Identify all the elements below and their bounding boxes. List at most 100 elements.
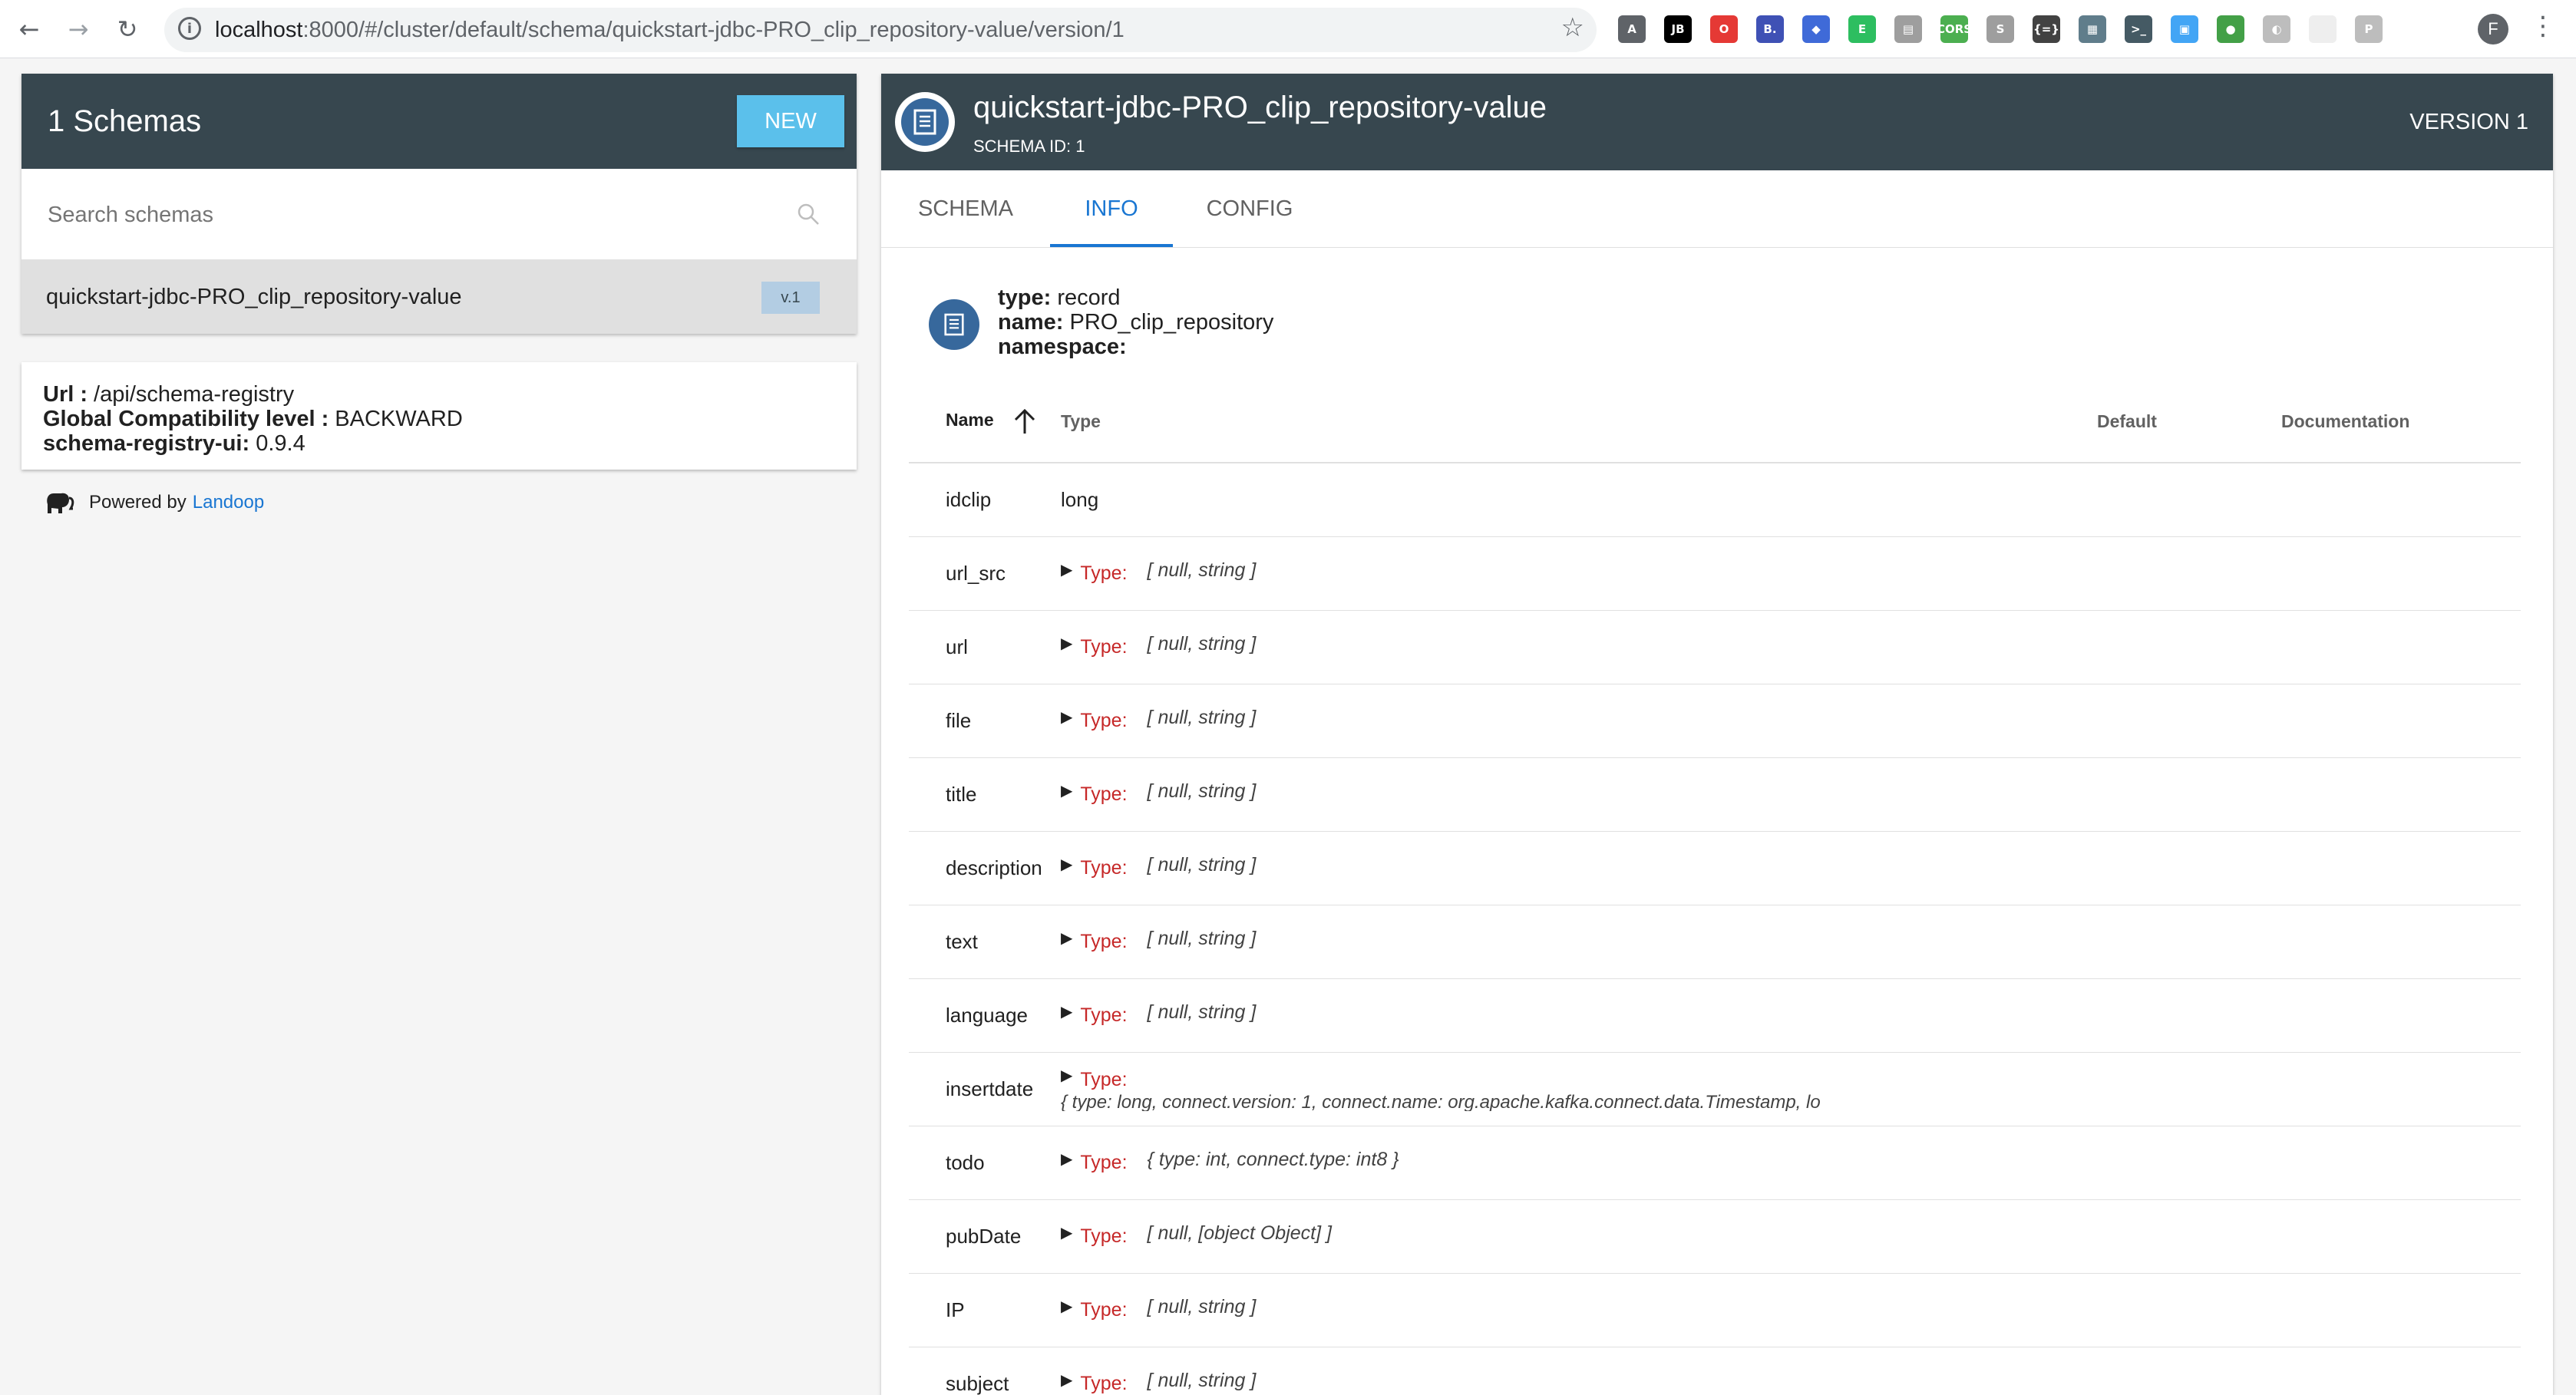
site-info-icon[interactable]: i [178,17,201,40]
tab-config[interactable]: CONFIG [1173,170,1326,247]
expand-caret-icon[interactable]: ▶ [1061,928,1072,947]
field-row: subject ▶ Type: [ null, string ] [909,1347,2521,1395]
schema-detail-panel: quickstart-jdbc-PRO_clip_repository-valu… [881,74,2553,1395]
expand-caret-icon[interactable]: ▶ [1061,634,1072,652]
field-type-cell: ▶ Type: [ null, string ] [1061,610,2066,684]
schema-list-item-name: quickstart-jdbc-PRO_clip_repository-valu… [46,285,462,309]
opera-ext-icon-glyph: O [1719,22,1729,36]
reload-icon[interactable]: ↻ [109,11,146,48]
field-name: IP [909,1273,1061,1347]
terminal-ext-icon[interactable]: >_ [2125,15,2152,43]
circle-ext-icon[interactable]: ◐ [2263,15,2290,43]
expand-caret-icon[interactable]: ▶ [1061,1370,1072,1389]
search-schemas-input[interactable] [46,169,786,261]
field-row: idclip long [909,463,2521,537]
window-ext-icon[interactable]: ▤ [1894,15,1922,43]
green-ext-icon[interactable]: ● [2217,15,2244,43]
cap-ext-icon[interactable]: ◆ [1802,15,1830,43]
field-name: insertdate [909,1052,1061,1126]
cors-ext-icon[interactable]: CORS [1937,15,1972,43]
back-icon[interactable]: ← [11,11,48,48]
p-ext-icon[interactable]: P [2355,15,2383,43]
field-default [2066,1199,2266,1274]
browser-menu-icon[interactable]: ⋮ [2530,11,2556,41]
grid-ext-icon-glyph: ▣ [2178,22,2191,36]
field-name: url_src [909,536,1061,611]
bookmark-star-icon[interactable]: ☆ [1561,12,1584,43]
skype-ext-icon[interactable]: S [1986,15,2014,43]
field-row: description ▶ Type: [ null, string ] [909,831,2521,905]
expand-caret-icon[interactable]: ▶ [1061,1002,1072,1021]
jetbrains-ext-icon[interactable]: JB [1664,15,1692,43]
expand-caret-icon[interactable]: ▶ [1061,707,1072,726]
angular-ext-icon[interactable]: A [1618,15,1646,43]
field-default [2066,1126,2266,1200]
column-name-label: Name [946,410,994,430]
field-type-key: Type: [1080,1225,1128,1247]
field-default [2066,1052,2266,1126]
column-header-default[interactable]: Default [2066,381,2266,463]
evernote-ext-icon[interactable]: E [1848,15,1876,43]
schemas-panel: 1 Schemas NEW quickstart-jdbc-PRO_clip_r… [21,74,857,334]
search-row [21,169,857,261]
forward-icon[interactable]: → [60,11,97,48]
expand-caret-icon[interactable]: ▶ [1061,1297,1072,1315]
profile-avatar[interactable]: F [2478,14,2508,45]
powered-by: Powered by Landoop [43,483,264,522]
field-type-value: { type: long, connect.version: 1, connec… [1061,1091,1821,1111]
expand-caret-icon[interactable]: ▶ [1061,1064,1072,1087]
new-schema-button[interactable]: NEW [737,95,844,147]
sort-ascending-icon[interactable] [1012,407,1037,435]
field-type-value: [ null, string ] [1147,633,1257,655]
field-name: todo [909,1126,1061,1200]
search-icon[interactable] [797,203,820,226]
json-ext-icon[interactable]: {=} [2033,15,2060,43]
field-documentation [2266,831,2521,905]
field-default [2066,684,2266,758]
field-type-value: [ null, string ] [1147,928,1257,949]
landoop-link[interactable]: Landoop [193,492,264,513]
field-name: url [909,610,1061,684]
schema-list-item[interactable]: quickstart-jdbc-PRO_clip_repository-valu… [21,260,857,334]
detail-tabs: SCHEMA INFO CONFIG [881,170,2553,248]
record-namespace-line: namespace: [998,335,1273,359]
circle-ext-icon-glyph: ◐ [2271,22,2282,36]
version-badge: v.1 [761,282,820,314]
field-type-value: long [1061,488,1099,511]
cors-ext-icon-glyph: CORS [1936,22,1973,36]
tab-info[interactable]: INFO [1050,170,1173,247]
cap-ext-icon-glyph: ◆ [1811,22,1821,36]
blank-ext-icon[interactable] [2309,15,2337,43]
expand-caret-icon[interactable]: ▶ [1061,560,1072,579]
expand-caret-icon[interactable]: ▶ [1061,1223,1072,1242]
field-name: description [909,831,1061,905]
expand-caret-icon[interactable]: ▶ [1061,1149,1072,1168]
field-type-key: Type: [1080,1299,1128,1321]
field-default [2066,463,2266,537]
field-documentation [2266,1052,2521,1126]
schema-avatar [895,92,955,152]
field-row: file ▶ Type: [ null, string ] [909,684,2521,758]
b-ext-icon[interactable]: B. [1756,15,1784,43]
address-url[interactable]: localhost:8000/#/cluster/default/schema/… [215,8,1125,52]
field-type-key: Type: [1080,1152,1128,1173]
field-documentation [2266,905,2521,979]
expand-caret-icon[interactable]: ▶ [1061,855,1072,873]
tab-schema[interactable]: SCHEMA [881,170,1050,247]
elephant-logo-icon [47,493,74,513]
field-type-cell: ▶ Type: { type: int, connect.type: int8 } [1061,1126,2066,1200]
opera-ext-icon[interactable]: O [1710,15,1738,43]
field-type-value: [ null, [object Object] ] [1147,1222,1332,1244]
field-default [2066,536,2266,611]
field-name: subject [909,1347,1061,1395]
expand-caret-icon[interactable]: ▶ [1061,781,1072,800]
grid-ext-icon[interactable]: ▣ [2171,15,2198,43]
field-name: pubDate [909,1199,1061,1274]
field-type-value: [ null, string ] [1147,854,1257,876]
address-bar[interactable]: i localhost:8000/#/cluster/default/schem… [164,8,1597,52]
column-header-documentation[interactable]: Documentation [2266,381,2521,463]
p-ext-icon-glyph: P [2364,22,2373,36]
column-header-type[interactable]: Type [1061,381,2066,463]
doc-ext-icon[interactable]: ▦ [2079,15,2106,43]
column-header-name[interactable]: Name [909,381,1061,463]
